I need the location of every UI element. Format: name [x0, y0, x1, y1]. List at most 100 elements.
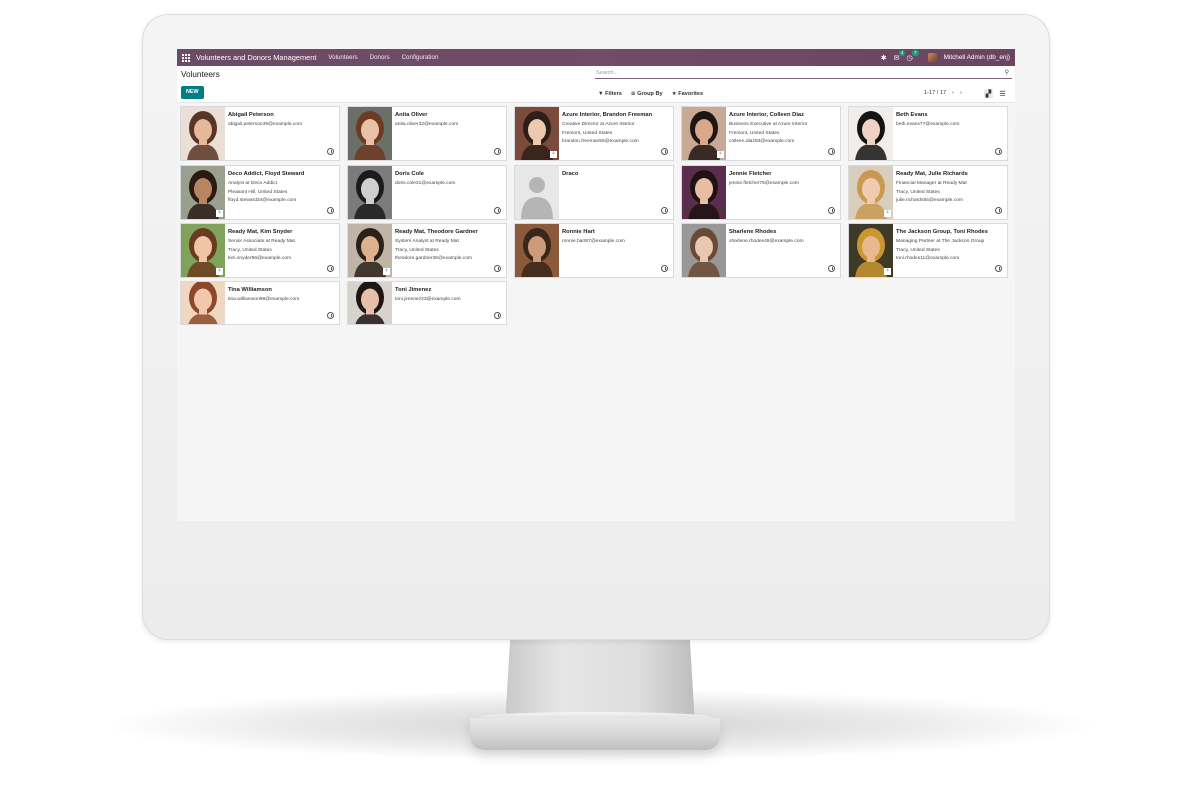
- activities-badge: 7: [912, 49, 919, 56]
- activity-clock-icon[interactable]: [327, 265, 334, 272]
- contact-card[interactable]: Doris Cole doris.cole31@example.com: [347, 165, 507, 220]
- contact-card[interactable]: ⚘ Ready Mat, Kim Snyder Senior Associate a…: [180, 223, 340, 278]
- contact-card[interactable]: Tina Williamson tina.williamson98@example…: [180, 281, 340, 325]
- app-screen: Volunteers and Donors Management Volunte…: [177, 49, 1015, 521]
- company-icon: ⚘: [717, 151, 724, 158]
- favorites-button[interactable]: ★ Favorites: [672, 91, 703, 97]
- groupby-button[interactable]: ≋ Group By: [631, 91, 663, 97]
- contact-card[interactable]: Anita Oliver anita.oliver32@example.com: [347, 106, 507, 161]
- contact-name: Ready Mat, Kim Snyder: [228, 229, 293, 235]
- bug-icon[interactable]: ✱: [881, 54, 887, 62]
- contact-detail: beth.evans77@example.com: [896, 122, 960, 127]
- contact-photo: [849, 107, 893, 160]
- contact-photo: [348, 107, 392, 160]
- contact-detail: Creative Director at Azure Interior: [562, 122, 635, 127]
- contact-card[interactable]: Draco: [514, 165, 674, 220]
- contact-photo: [515, 224, 559, 277]
- menu-donors[interactable]: Donors: [370, 54, 390, 61]
- placeholder-avatar-icon: [515, 166, 559, 219]
- apps-menu-icon[interactable]: [182, 53, 190, 62]
- contact-card[interactable]: ⚘ Ready Mat, Julie Richards Financial Mana…: [848, 165, 1008, 220]
- contact-photo-frame: [348, 166, 392, 219]
- activity-clock-icon[interactable]: [494, 265, 501, 272]
- contact-photo-frame: [348, 107, 392, 160]
- contact-photo-frame: [849, 107, 893, 160]
- activity-clock-icon[interactable]: [661, 207, 668, 214]
- contact-detail: Fremont, United States: [729, 130, 780, 136]
- contact-photo: [682, 224, 726, 277]
- contact-photo: [682, 166, 726, 219]
- search-icon[interactable]: ⚲: [1005, 69, 1009, 78]
- activity-clock-icon[interactable]: [661, 148, 668, 155]
- activity-clock-icon[interactable]: [327, 207, 334, 214]
- pager-value[interactable]: 1-17 / 17: [924, 90, 946, 96]
- app-title[interactable]: Volunteers and Donors Management: [196, 53, 316, 62]
- activity-clock-icon[interactable]: [995, 148, 1002, 155]
- contact-card[interactable]: Toni Jimenez toni.jimenez23@example.com: [347, 281, 507, 325]
- contact-detail: Fremont, United States: [562, 130, 613, 136]
- contact-photo: [348, 166, 392, 219]
- activity-clock-icon[interactable]: [327, 312, 334, 319]
- contact-name: Draco: [562, 171, 579, 177]
- pager-next-icon[interactable]: ›: [960, 90, 962, 96]
- activity-clock-icon[interactable]: [494, 148, 501, 155]
- menu-configuration[interactable]: Configuration: [402, 54, 439, 61]
- activity-clock-icon[interactable]: [661, 265, 668, 272]
- list-view-icon[interactable]: ☰: [998, 89, 1007, 98]
- contact-card[interactable]: Ronnie Hart ronnie.hart87@example.com: [514, 223, 674, 278]
- company-icon: ⚘: [383, 268, 390, 275]
- messages-icon[interactable]: ✉ 4: [894, 49, 906, 62]
- kanban-view-icon[interactable]: ▞: [984, 89, 993, 98]
- contact-detail: Tracy, United States: [395, 247, 439, 253]
- user-menu[interactable]: Mitchell Admin (db_enj): [944, 54, 1010, 61]
- contact-detail: Tracy, United States: [896, 247, 940, 253]
- contact-card[interactable]: Sharlene Rhodes sharlene.rhodes49@example…: [681, 223, 841, 278]
- contact-card[interactable]: ⚘ Deco Addict, Floyd Steward Analyst at De…: [180, 165, 340, 220]
- contact-card[interactable]: ⚘ The Jackson Group, Toni Rhodes Managing …: [848, 223, 1008, 278]
- contact-photo-frame: [515, 224, 559, 277]
- activity-clock-icon[interactable]: [828, 207, 835, 214]
- contact-detail: Tracy, United States: [228, 247, 272, 253]
- top-navbar: Volunteers and Donors Management Volunte…: [177, 49, 1015, 66]
- filters-button[interactable]: ▼ Filters: [598, 91, 622, 97]
- activities-icon[interactable]: ◷ 7: [906, 49, 919, 62]
- activity-clock-icon[interactable]: [494, 312, 501, 319]
- contact-card[interactable]: ⚘ Ready Mat, Theodore Gardner System Analy…: [347, 223, 507, 278]
- contact-name: Deco Addict, Floyd Steward: [228, 171, 305, 177]
- search-options: ▼ Filters ≋ Group By ★ Favorites: [598, 91, 703, 97]
- activity-clock-icon[interactable]: [494, 207, 501, 214]
- contact-card[interactable]: Abigail Peterson abigail.peterson39@examp…: [180, 106, 340, 161]
- contact-detail: colleen.diaz83@example.com: [729, 139, 795, 144]
- activity-clock-icon[interactable]: [828, 265, 835, 272]
- contact-detail: ronnie.hart87@example.com: [562, 239, 625, 244]
- activity-clock-icon[interactable]: [828, 148, 835, 155]
- contact-name: Ready Mat, Theodore Gardner: [395, 229, 478, 235]
- contact-detail: toni.jimenez23@example.com: [395, 297, 461, 302]
- contact-detail: jennie.fletcher76@example.com: [729, 181, 799, 186]
- menu-volunteers[interactable]: Volunteers: [328, 54, 357, 61]
- contact-photo-frame: [181, 107, 225, 160]
- contact-photo-frame: [348, 282, 392, 324]
- user-avatar[interactable]: [927, 53, 937, 62]
- contact-card[interactable]: Jennie Fletcher jennie.fletcher76@example…: [681, 165, 841, 220]
- contact-card[interactable]: ⚘ Azure Interior, Brandon Freeman Creative…: [514, 106, 674, 161]
- pager-prev-icon[interactable]: ‹: [952, 90, 954, 96]
- contact-detail: toni.rhodes11@example.com: [896, 256, 960, 261]
- star-icon: ★: [671, 91, 677, 97]
- search-input[interactable]: Search... ⚲: [595, 69, 1012, 79]
- contact-photo-frame: [682, 224, 726, 277]
- contact-detail: System Analyst at Ready Mat: [395, 239, 459, 244]
- control-panel: Volunteers Search... ⚲ NEW ▼ Filters ≋ G…: [177, 66, 1015, 103]
- contact-detail: brandon.freeman55@example.com: [562, 139, 639, 144]
- contact-name: Sharlene Rhodes: [729, 229, 777, 235]
- activity-clock-icon[interactable]: [995, 207, 1002, 214]
- activity-clock-icon[interactable]: [995, 265, 1002, 272]
- contact-card[interactable]: ⚘ Azure Interior, Colleen Diaz Business Ex…: [681, 106, 841, 161]
- activity-clock-icon[interactable]: [327, 148, 334, 155]
- contact-card[interactable]: Beth Evans beth.evans77@example.com: [848, 106, 1008, 161]
- contact-name: Toni Jimenez: [395, 287, 432, 293]
- company-icon: ⚘: [216, 268, 223, 275]
- new-button[interactable]: NEW: [181, 86, 204, 99]
- contact-detail: Business Executive at Azure Interior: [729, 122, 808, 127]
- company-icon: ⚘: [216, 210, 223, 217]
